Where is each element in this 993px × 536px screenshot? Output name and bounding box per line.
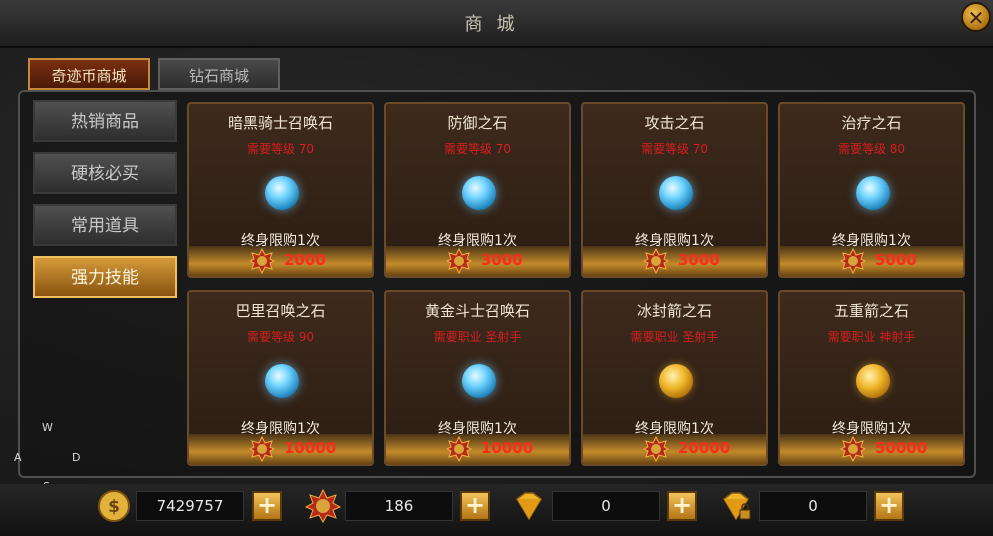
miracle-coin-amount: 186 (345, 491, 453, 521)
price-bar: 5000 (780, 246, 963, 276)
sidebar-item-hot[interactable]: 热销商品 (33, 100, 177, 142)
window-title: 商城 (464, 14, 529, 35)
price-bar: 10000 (189, 434, 372, 464)
product-name: 黄金斗士召唤石 (424, 302, 530, 320)
price-bar: 50000 (780, 434, 963, 464)
product-name: 暗黑骑士召唤石 (227, 114, 333, 132)
price-bar: 2000 (189, 246, 372, 276)
price-bar: 3000 (583, 246, 766, 276)
blue-gem-icon (265, 364, 299, 398)
compass-d: D (72, 451, 81, 464)
miracle-coin-icon (446, 436, 472, 462)
blue-gem-icon (659, 176, 693, 210)
shop-window: 商城 ✕ 奇迹币商城 钻石商城 热销商品 硬核必买 常用道具 强力技能 暗黑骑士… (0, 0, 993, 536)
product-name: 治疗之石 (841, 114, 902, 132)
product-card[interactable]: 防御之石 需要等级 70 终身限购1次 3000 (384, 102, 571, 278)
product-name: 五重箭之石 (833, 302, 909, 320)
close-icon: ✕ (967, 6, 985, 30)
product-card[interactable]: 巴里召唤之石 需要等级 90 终身限购1次 10000 (187, 290, 374, 466)
price-bar: 20000 (583, 434, 766, 464)
product-requirement: 需要等级 70 (443, 142, 512, 156)
add-diamond-button[interactable]: + (667, 491, 697, 521)
plus-icon: + (878, 491, 900, 519)
add-gold-coin-button[interactable]: + (252, 491, 282, 521)
product-name: 攻击之石 (644, 114, 705, 132)
product-requirement: 需要职业 圣射手 (433, 330, 522, 344)
miracle-coin-icon (643, 436, 669, 462)
gold-coin-amount: 7429757 (136, 491, 244, 521)
tab-miracle-coin-shop[interactable]: 奇迹币商城 (28, 58, 150, 90)
product-price: 2000 (284, 251, 326, 269)
blue-gem-icon (265, 176, 299, 210)
locked-diamond-icon (723, 492, 751, 521)
sidebar-item-hardcore[interactable]: 硬核必买 (33, 152, 177, 194)
product-card[interactable]: 五重箭之石 需要职业 神射手 终身限购1次 50000 (778, 290, 965, 466)
add-locked-diamond-button[interactable]: + (874, 491, 904, 521)
diamond-icon (516, 492, 542, 521)
product-name: 巴里召唤之石 (235, 302, 326, 320)
product-price: 20000 (678, 439, 731, 457)
compass-w: W (42, 421, 53, 434)
gold-gem-icon (659, 364, 693, 398)
sidebar-item-common[interactable]: 常用道具 (33, 204, 177, 246)
miracle-coin-icon (446, 248, 472, 274)
product-price: 10000 (284, 439, 337, 457)
title-bar: 商城 (0, 0, 993, 48)
locked-diamond-amount: 0 (759, 491, 867, 521)
price-bar: 3000 (386, 246, 569, 276)
close-button[interactable]: ✕ (961, 2, 991, 32)
product-requirement: 需要等级 80 (837, 142, 906, 156)
tab-diamond-shop[interactable]: 钻石商城 (158, 58, 280, 90)
miracle-coin-icon (249, 248, 275, 274)
product-card[interactable]: 冰封箭之石 需要职业 圣射手 终身限购1次 20000 (581, 290, 768, 466)
sidebar-item-skills[interactable]: 强力技能 (33, 256, 177, 298)
product-card[interactable]: 暗黑骑士召唤石 需要等级 70 终身限购1次 2000 (187, 102, 374, 278)
gold-coin-icon: $ (98, 490, 130, 522)
plus-icon: + (256, 491, 278, 519)
blue-gem-icon (856, 176, 890, 210)
blue-gem-icon (462, 364, 496, 398)
product-requirement: 需要等级 90 (246, 330, 315, 344)
product-price: 3000 (481, 251, 523, 269)
miracle-coin-icon (840, 248, 866, 274)
product-requirement: 需要职业 神射手 (827, 330, 916, 344)
gold-gem-icon (856, 364, 890, 398)
product-requirement: 需要等级 70 (246, 142, 315, 156)
svg-text:$: $ (108, 497, 120, 517)
miracle-coin-icon (840, 436, 866, 462)
miracle-coin-icon (249, 436, 275, 462)
product-card[interactable]: 治疗之石 需要等级 80 终身限购1次 5000 (778, 102, 965, 278)
product-card[interactable]: 攻击之石 需要等级 70 终身限购1次 3000 (581, 102, 768, 278)
product-price: 10000 (481, 439, 534, 457)
blue-gem-icon (462, 176, 496, 210)
add-miracle-coin-button[interactable]: + (460, 491, 490, 521)
diamond-amount: 0 (552, 491, 660, 521)
miracle-coin-icon (643, 248, 669, 274)
product-requirement: 需要等级 70 (640, 142, 709, 156)
product-card[interactable]: 黄金斗士召唤石 需要职业 圣射手 终身限购1次 10000 (384, 290, 571, 466)
product-price: 3000 (678, 251, 720, 269)
product-name: 冰封箭之石 (636, 302, 712, 320)
compass-a: A (14, 451, 22, 464)
price-bar: 10000 (386, 434, 569, 464)
product-requirement: 需要职业 圣射手 (630, 330, 719, 344)
miracle-coin-icon (305, 489, 341, 523)
plus-icon: + (671, 491, 693, 519)
product-price: 5000 (875, 251, 917, 269)
plus-icon: + (464, 491, 486, 519)
product-price: 50000 (875, 439, 928, 457)
product-name: 防御之石 (447, 114, 508, 132)
